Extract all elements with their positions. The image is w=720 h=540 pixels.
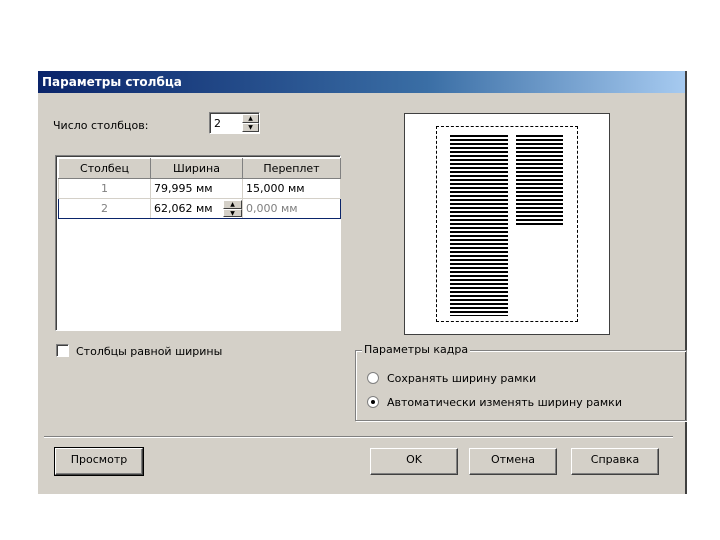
equal-width-label[interactable]: Столбцы равной ширины: [76, 345, 222, 358]
spin-down-icon[interactable]: ▼: [242, 123, 259, 132]
row-gutter[interactable]: 15,000 мм: [242, 178, 341, 199]
column-header-width[interactable]: Ширина: [150, 158, 243, 179]
preview-column-1: [450, 135, 508, 316]
columns-count-spin-buttons[interactable]: ▲ ▼: [242, 114, 259, 132]
columns-count-label: Число столбцов:: [53, 119, 149, 132]
column-settings-dialog: Параметры столбца Число столбцов: 2 ▲ ▼ …: [38, 71, 687, 494]
cancel-button[interactable]: Отмена: [469, 448, 557, 475]
row-number: 2: [58, 198, 151, 219]
row-number: 1: [58, 178, 151, 199]
dialog-title: Параметры столбца: [42, 75, 182, 89]
auto-frame-width-label[interactable]: Автоматически изменять ширину рамки: [387, 396, 622, 409]
keep-frame-width-radio[interactable]: [367, 372, 379, 384]
columns-table-frame: Столбец Ширина Переплет 1 79,995 мм 15,0…: [55, 155, 341, 331]
spin-up-icon[interactable]: ▲: [223, 200, 242, 209]
title-bar[interactable]: Параметры столбца: [38, 71, 685, 93]
row-width[interactable]: 62,062 мм: [154, 202, 213, 215]
auto-frame-width-radio[interactable]: [367, 396, 379, 408]
help-button[interactable]: Справка: [571, 448, 659, 475]
column-header-gutter[interactable]: Переплет: [242, 158, 341, 179]
frame-settings-legend: Параметры кадра: [362, 343, 471, 356]
ok-button[interactable]: OK: [370, 448, 458, 475]
row-width[interactable]: 79,995 мм: [150, 178, 243, 199]
spin-up-icon[interactable]: ▲: [242, 114, 259, 123]
columns-count-spinner[interactable]: 2 ▲ ▼: [209, 112, 260, 134]
keep-frame-width-label[interactable]: Сохранять ширину рамки: [387, 372, 536, 385]
spin-down-icon[interactable]: ▼: [223, 208, 242, 217]
preview-column-2: [516, 135, 563, 226]
table-row[interactable]: 1 79,995 мм 15,000 мм: [58, 178, 341, 199]
preview-button[interactable]: Просмотр: [54, 447, 144, 476]
table-row[interactable]: 2 62,062 мм ▲ ▼ 0,000 мм: [58, 198, 341, 219]
row-width-editor[interactable]: 62,062 мм ▲ ▼: [150, 198, 243, 219]
columns-count-value[interactable]: 2: [214, 117, 221, 130]
width-spin-buttons[interactable]: ▲ ▼: [223, 200, 242, 217]
equal-width-checkbox[interactable]: [56, 344, 69, 357]
layout-preview: [404, 113, 610, 335]
column-header-number[interactable]: Столбец: [58, 158, 151, 179]
separator: [44, 436, 673, 438]
columns-table: Столбец Ширина Переплет 1 79,995 мм 15,0…: [58, 158, 341, 219]
frame-settings-group: Параметры кадра Сохранять ширину рамки А…: [355, 343, 687, 421]
row-gutter: 0,000 мм: [242, 198, 341, 219]
